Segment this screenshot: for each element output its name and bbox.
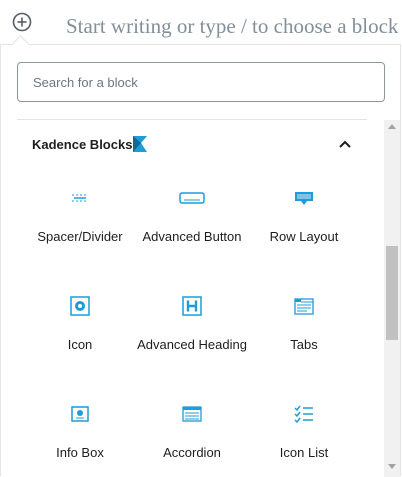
search-input[interactable]	[17, 62, 385, 102]
block-item-info-box[interactable]: Info Box	[24, 384, 136, 477]
block-item-advanced-button[interactable]: Advanced Button	[136, 168, 248, 268]
block-list: Kadence Blocks Spacer/Divider Advanced B…	[17, 120, 367, 477]
block-item-tabs[interactable]: Tabs	[248, 276, 360, 376]
row-layout-icon	[295, 192, 313, 205]
editor-paragraph-row: Start writing or type / to choose a bloc…	[0, 0, 402, 46]
info-box-icon	[71, 406, 89, 422]
plus-circle-icon[interactable]	[11, 11, 33, 33]
tabs-icon	[294, 298, 314, 315]
block-item-icon[interactable]: Icon	[24, 276, 136, 376]
scrollbar[interactable]	[384, 120, 400, 477]
block-label: Row Layout	[269, 229, 339, 244]
icon-block-icon	[70, 296, 90, 316]
block-label: Spacer/Divider	[37, 229, 123, 244]
scrollbar-thumb[interactable]	[386, 246, 398, 340]
block-label: Icon	[67, 337, 93, 352]
block-label: Advanced Button	[142, 229, 242, 244]
icon-list-icon	[294, 405, 313, 424]
block-item-icon-list[interactable]: Icon List	[248, 384, 360, 477]
accordion-icon	[182, 406, 202, 422]
advanced-button-icon	[179, 192, 205, 204]
search-field	[17, 62, 385, 102]
block-label: Accordion	[163, 445, 221, 460]
kadence-logo-icon	[133, 136, 147, 152]
editor-placeholder[interactable]: Start writing or type / to choose a bloc…	[66, 14, 398, 39]
scroll-down-arrow-icon[interactable]	[388, 464, 396, 469]
block-label: Info Box	[56, 445, 104, 460]
block-item-row-layout[interactable]: Row Layout	[248, 168, 360, 268]
block-label: Advanced Heading	[137, 337, 247, 352]
block-item-accordion[interactable]: Accordion	[136, 384, 248, 477]
advanced-heading-icon	[182, 296, 202, 316]
block-label: Icon List	[279, 445, 329, 460]
block-item-spacer-divider[interactable]: Spacer/Divider	[24, 168, 136, 268]
chevron-up-icon[interactable]	[338, 137, 352, 151]
block-label: Tabs	[290, 337, 318, 352]
spacer-divider-icon	[72, 194, 88, 202]
block-item-advanced-heading[interactable]: Advanced Heading	[136, 276, 248, 376]
kadence-blocks-panel-toggle[interactable]: Kadence Blocks	[17, 120, 367, 168]
scroll-up-arrow-icon[interactable]	[388, 124, 396, 129]
panel-title: Kadence Blocks	[32, 137, 133, 152]
